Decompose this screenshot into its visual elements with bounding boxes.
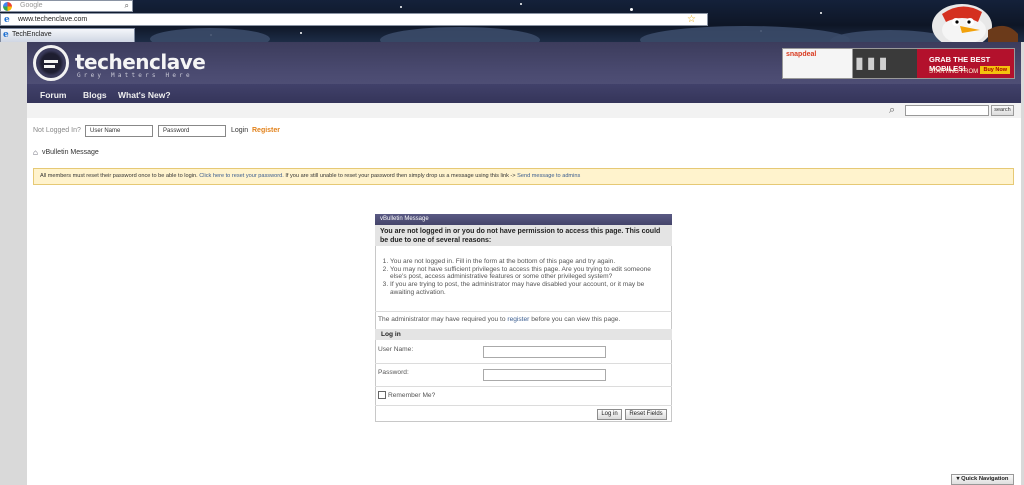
ie-icon: e <box>4 15 10 25</box>
username-input[interactable] <box>483 346 606 358</box>
left-gutter <box>0 42 27 485</box>
browser-tab[interactable]: e TechEnclave <box>0 28 135 42</box>
ad-buy-button[interactable]: Buy Now <box>980 66 1010 74</box>
password-label: Password: <box>378 369 409 376</box>
divider <box>375 386 672 387</box>
reason-item: You may not have sufficient privileges t… <box>390 266 657 281</box>
header-username-input[interactable]: User Name <box>85 125 153 137</box>
chevron-down-icon: ▾ <box>956 476 960 482</box>
browser-search-placeholder: Google <box>20 2 43 9</box>
home-icon[interactable]: ⌂ <box>33 148 38 157</box>
admin-note: The administrator may have required you … <box>378 316 620 323</box>
divider <box>375 405 672 406</box>
nav-whats-new[interactable]: What's New? <box>118 90 171 100</box>
divider <box>375 363 672 364</box>
reset-password-link[interactable]: Click here to reset your password. <box>199 173 284 179</box>
username-label: User Name: <box>378 346 414 353</box>
ie-icon: e <box>3 30 9 40</box>
site-search-button[interactable]: search <box>991 105 1014 116</box>
divider <box>375 311 672 312</box>
browser-search-input[interactable]: Google ⌕ <box>0 0 133 12</box>
site-logo[interactable]: techenclave Grey Matters Here <box>33 44 206 84</box>
search-strip <box>27 103 1021 118</box>
tab-title: TechEnclave <box>12 31 52 38</box>
notice-text-start: All members must reset their password on… <box>40 173 198 179</box>
reset-fields-button[interactable]: Reset Fields <box>625 409 667 420</box>
quick-navigation-button[interactable]: ▾ Quick Navigation <box>951 474 1014 485</box>
favorite-star-icon[interactable]: ☆ <box>687 14 696 25</box>
not-logged-in-label: Not Logged In? <box>33 127 81 134</box>
reasons-list: You are not logged in. Fill in the form … <box>375 246 672 310</box>
reason-item: If you are trying to post, the administr… <box>390 281 657 296</box>
ad-brand: snapdeal <box>786 51 817 58</box>
main-navbar: Forum Blogs What's New? <box>27 84 1021 103</box>
admin-note-text: The administrator may have required you … <box>378 316 506 323</box>
login-submit-button[interactable]: Log in <box>597 409 622 420</box>
logo-wordmark: techenclave <box>75 50 206 74</box>
banner-ad[interactable]: snapdeal ▮▮▮ GRAB THE BEST MOBILES! STAR… <box>782 48 1015 79</box>
header-login-button[interactable]: Login <box>231 127 248 134</box>
reason-item: You are not logged in. Fill in the form … <box>390 258 657 266</box>
google-icon <box>3 2 12 11</box>
header-password-input[interactable]: Password <box>158 125 226 137</box>
remember-me-checkbox[interactable] <box>378 391 386 399</box>
nav-blogs[interactable]: Blogs <box>83 90 107 100</box>
site-search-input[interactable] <box>905 105 989 116</box>
nav-forum[interactable]: Forum <box>40 90 66 100</box>
notice-text-middle: If you are still unable to reset your pa… <box>285 173 516 179</box>
logo-emblem-icon <box>33 45 69 81</box>
admin-note-text-end: before you can view this page. <box>531 316 621 323</box>
message-reason: You are not logged in or you do not have… <box>375 225 672 246</box>
magnifier-icon: ⌕ <box>889 104 896 116</box>
logo-tagline: Grey Matters Here <box>77 72 193 79</box>
ad-phones-image: ▮▮▮ <box>855 55 891 72</box>
register-inline-link[interactable]: register <box>507 316 529 323</box>
password-reset-notice: All members must reset their password on… <box>33 168 1014 185</box>
register-link[interactable]: Register <box>252 127 280 134</box>
login-section-header: Log in <box>375 329 672 340</box>
address-url: www.techenclave.com <box>18 16 88 23</box>
message-box-title: vBulletin Message <box>375 214 672 225</box>
address-bar[interactable]: e www.techenclave.com ☆ <box>0 13 708 26</box>
breadcrumb-current: vBulletin Message <box>42 149 99 156</box>
send-message-admins-link[interactable]: Send message to admins <box>517 173 580 179</box>
search-icon[interactable]: ⌕ <box>125 1 129 11</box>
angry-bird-theme-icon <box>932 4 1018 42</box>
quick-navigation-label: Quick Navigation <box>961 476 1009 482</box>
remember-me-label: Remember Me? <box>388 392 436 399</box>
password-input[interactable] <box>483 369 606 381</box>
